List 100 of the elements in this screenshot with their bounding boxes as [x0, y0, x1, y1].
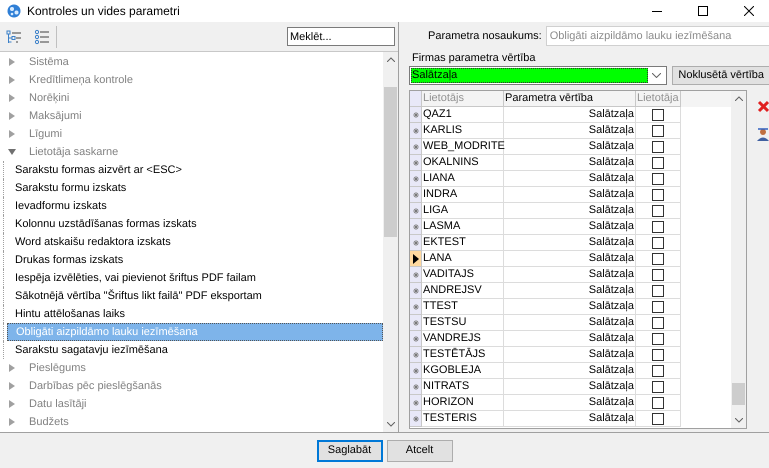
checkbox[interactable]	[652, 124, 664, 136]
field-label: Parametra nosaukums:	[428, 28, 542, 44]
table-cell: LIANA	[422, 171, 504, 187]
expand-arrow-icon[interactable]	[8, 400, 16, 408]
expand-arrow-icon[interactable]	[8, 418, 16, 426]
tree-group[interactable]: Kredītlimeņa kontrole	[0, 71, 383, 89]
tree-item[interactable]: Sarakstu formas aizvērt ar <ESC>	[7, 161, 383, 179]
scroll-thumb[interactable]	[384, 87, 397, 237]
table-cell: TESTĒTĀJS	[422, 347, 504, 363]
tree-item[interactable]: Sarakstu sagatavju iezīmēšana	[7, 341, 383, 359]
expand-arrow-icon[interactable]	[8, 364, 16, 372]
scroll-up-icon[interactable]	[734, 96, 742, 101]
checkbox[interactable]	[652, 236, 664, 248]
tree-group[interactable]: Budžets	[0, 413, 383, 431]
app-logo-icon	[7, 4, 21, 18]
tree-item[interactable]: Sākotnējā vērtība "Šriftus likt failā" PDF eksportam	[7, 287, 383, 305]
checkbox[interactable]	[652, 412, 664, 424]
checkbox[interactable]	[652, 316, 664, 328]
checkbox[interactable]	[652, 396, 664, 408]
table-cell: Salātzaļa	[504, 187, 636, 203]
tree-group[interactable]: Pieslēgums	[0, 359, 383, 377]
tree-group[interactable]: Maksājumi	[0, 107, 383, 125]
table-cell: Salātzaļa	[504, 251, 636, 267]
parameter-name-field: Obligāti aizpildāmo lauku iezīmēšana	[546, 26, 769, 46]
tree-item[interactable]: Sarakstu formu izskats	[7, 179, 383, 197]
tree-group[interactable]: Sistēma	[0, 53, 383, 71]
table-cell: Salātzaļa	[504, 411, 636, 427]
scroll-down-icon[interactable]	[386, 422, 394, 427]
default-value-button[interactable]: Noklusētā vērtība	[672, 66, 769, 85]
tree-item[interactable]: Drukas formas izskats	[7, 251, 383, 269]
tree-group[interactable]: Līgumi	[0, 125, 383, 143]
collapse-arrow-icon[interactable]	[8, 148, 16, 156]
expand-arrow-icon[interactable]	[8, 58, 16, 66]
scroll-down-icon[interactable]	[734, 418, 742, 423]
checkbox[interactable]	[652, 332, 664, 344]
row-indicator[interactable]	[410, 251, 422, 267]
table-cell: Salātzaļa	[504, 395, 636, 411]
maximize-icon[interactable]	[698, 6, 708, 16]
checkbox[interactable]	[652, 380, 664, 392]
asterisk-icon	[412, 288, 418, 294]
checkbox[interactable]	[652, 156, 664, 168]
chevron-down-icon[interactable]	[652, 73, 662, 78]
table-cell: Salātzaļa	[504, 363, 636, 379]
checkbox[interactable]	[652, 140, 664, 152]
user-icon[interactable]	[756, 127, 769, 141]
table-cell: Salātzaļa	[504, 267, 636, 283]
list-view-icon[interactable]	[34, 28, 50, 44]
table-cell: Salātzaļa	[504, 283, 636, 299]
grid-scrollbar[interactable]	[731, 91, 746, 428]
asterisk-icon	[412, 128, 418, 134]
checkbox[interactable]	[652, 220, 664, 232]
table-cell: QAZ1	[422, 107, 504, 123]
checkbox[interactable]	[652, 348, 664, 360]
close-icon[interactable]	[744, 6, 754, 16]
tree-group[interactable]: Lietotāja saskarne	[0, 143, 383, 161]
checkbox[interactable]	[652, 204, 664, 216]
table-cell: Salātzaļa	[504, 203, 636, 219]
tree-item[interactable]: Ievadformu izskats	[7, 197, 383, 215]
tree-group[interactable]: Norēķini	[0, 89, 383, 107]
tree-scrollbar[interactable]	[383, 52, 398, 432]
asterisk-icon	[412, 320, 418, 326]
asterisk-icon	[412, 208, 418, 214]
search-field[interactable]: Meklēt...	[287, 27, 395, 46]
column-header[interactable]: Parametra vērtība	[504, 91, 636, 107]
table-cell: Salātzaļa	[504, 123, 636, 139]
checkbox[interactable]	[652, 268, 664, 280]
scroll-up-icon[interactable]	[386, 57, 394, 62]
table-cell: VANDREJS	[422, 331, 504, 347]
dropdown-value: Salātzaļa	[411, 68, 648, 83]
expand-arrow-icon[interactable]	[8, 112, 16, 120]
cancel-button[interactable]: Atcelt	[386, 440, 452, 462]
expand-arrow-icon[interactable]	[8, 94, 16, 102]
checkbox[interactable]	[652, 252, 664, 264]
current-row-icon	[412, 254, 418, 264]
checkbox[interactable]	[652, 188, 664, 200]
checkbox[interactable]	[652, 108, 664, 120]
tree-group[interactable]: Datu lasītāji	[0, 395, 383, 413]
expand-arrow-icon[interactable]	[8, 76, 16, 84]
tree-item[interactable]: Hintu attēlošanas laiks	[7, 305, 383, 323]
tree-group[interactable]: Darbības pēc pieslēgšanās	[0, 377, 383, 395]
expand-arrow-icon[interactable]	[8, 382, 16, 390]
checkbox[interactable]	[652, 172, 664, 184]
tree-item[interactable]: Kolonnu uzstādīšanas formas izskats	[7, 215, 383, 233]
tree-view-icon[interactable]	[6, 28, 22, 44]
table-cell: LASMA	[422, 219, 504, 235]
asterisk-icon	[412, 224, 418, 230]
checkbox[interactable]	[652, 364, 664, 376]
table-cell: Salātzaļa	[504, 299, 636, 315]
checkbox[interactable]	[652, 300, 664, 312]
expand-arrow-icon[interactable]	[8, 130, 16, 138]
tree-item[interactable]: Word atskaišu redaktora izskats	[7, 233, 383, 251]
delete-icon[interactable]	[756, 100, 769, 113]
checkbox[interactable]	[652, 284, 664, 296]
table-cell: Salātzaļa	[504, 155, 636, 171]
tree-item[interactable]: Iespēja izvēlēties, vai pievienot šriftus PDF failam	[7, 269, 383, 287]
table-cell: WEB_MODRITE	[422, 139, 504, 155]
save-button[interactable]: Saglabāt	[316, 440, 382, 462]
scroll-thumb[interactable]	[732, 383, 745, 405]
table-cell: Salātzaļa	[504, 331, 636, 347]
value-dropdown[interactable]: Salātzaļa	[409, 66, 668, 85]
